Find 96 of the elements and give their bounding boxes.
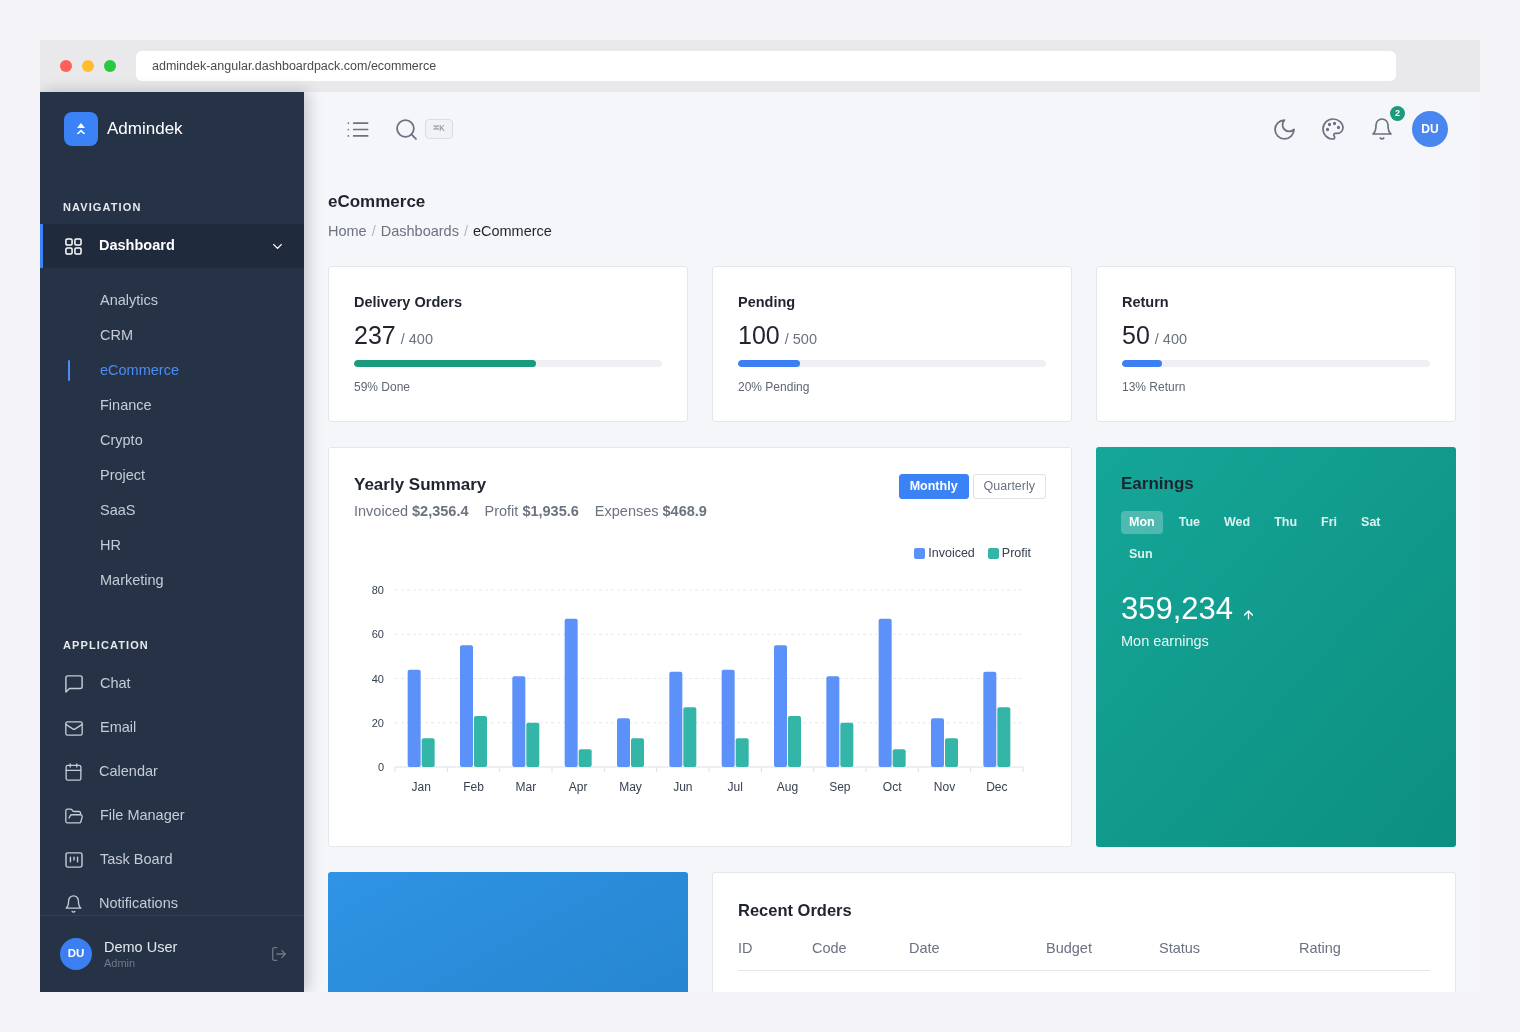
x-axis-label: Nov [933,780,956,794]
logout-icon[interactable] [272,947,286,961]
sidebar-subitem[interactable]: HR [40,528,304,563]
x-axis-label: Jun [673,780,693,794]
legend-label: Invoiced [928,544,975,562]
user-avatar[interactable]: DU [60,938,92,970]
stat-value: 237 [354,320,396,350]
column-header: Rating [1299,939,1342,958]
period-tab[interactable]: Quarterly [972,474,1046,499]
arrow-up-icon [1244,610,1254,620]
shortcut-hint: ⌘K [425,119,453,139]
menu-icon[interactable] [347,121,369,137]
x-axis-label: Jul [727,780,743,794]
sidebar-item[interactable]: Notifications [40,882,304,915]
sidebar-subitem[interactable]: SaaS [40,493,304,528]
chat-icon [65,675,83,693]
board-icon [65,852,83,868]
sidebar-subitem[interactable]: Marketing [40,563,304,598]
x-axis-label: Jan [411,780,431,794]
column-header: Code [812,939,848,958]
folder-icon [65,808,83,824]
calendar-icon [65,763,82,781]
earnings-caption: Mon earnings [1121,632,1210,651]
stat-value: 100 [738,320,780,350]
x-axis-label: Oct [882,780,902,794]
sidebar-item[interactable]: Chat [40,662,304,706]
logo-icon[interactable] [64,112,98,146]
card-title: Yearly Summary [354,474,488,496]
active-indicator [68,360,70,381]
breadcrumb-link[interactable]: Home [328,221,367,243]
sidebar-subitem[interactable]: Project [40,458,304,493]
stat-value: 50 [1122,320,1150,350]
column-header: Date [909,939,941,958]
bell-icon[interactable] [1371,118,1393,140]
user-name: Demo User [104,938,179,956]
column-header: Budget [1046,939,1093,958]
y-tick-label: 20 [371,716,384,729]
y-tick-label: 60 [371,628,384,641]
grid-icon [65,237,82,255]
stat-title: Pending [738,293,797,312]
card-title: Recent Orders [738,900,853,921]
x-axis-label: Feb [463,780,484,794]
user-role: Admin [104,956,137,970]
sidebar-subitem[interactable]: Analytics [40,283,304,318]
period-tab[interactable]: Monthly [898,474,969,499]
column-header: ID [738,939,754,958]
card-title: Earnings [1121,473,1195,495]
stat-total: / 400 [400,330,433,349]
address-bar[interactable]: admindek-angular.dashboardpack.com/ecommerce [136,51,1396,81]
summary-total: Expenses $468.9 [594,502,707,521]
sidebar-item[interactable]: Dashboard [40,224,304,268]
window-close-icon[interactable] [60,60,72,72]
user-avatar[interactable]: DU [1412,111,1448,147]
y-tick-label: 0 [377,761,384,773]
x-axis-label: Sep [829,780,851,794]
sidebar-subitem[interactable]: Crypto [40,423,304,458]
palette-icon[interactable] [1322,118,1344,140]
stat-title: Delivery Orders [354,293,463,312]
sidebar-item[interactable]: Calendar [40,750,304,794]
summary-total: Profit $1,935.6 [484,502,579,521]
y-tick-label: 80 [371,584,384,596]
brand-name: Admindek [107,118,183,141]
breadcrumb-current: eCommerce [472,222,552,242]
page-title: eCommerce [328,191,427,213]
section-heading: NAVIGATION [62,200,143,215]
stat-title: Return [1122,293,1170,312]
x-axis-label: Mar [515,780,537,794]
legend-label: Profit [1001,544,1031,562]
sidebar-subitem[interactable]: Finance [40,388,304,423]
sidebar-item[interactable]: File Manager [40,794,304,838]
sidebar-item[interactable]: Task Board [40,838,304,882]
breadcrumb-link[interactable]: Dashboards [380,221,459,243]
stat-caption: 20% Pending [738,379,811,395]
notification-badge: 2 [1390,106,1405,121]
y-tick-label: 40 [371,672,384,685]
earnings-value: 359,234 [1121,591,1234,627]
x-axis-label: Dec [986,780,1008,794]
bell-icon [65,895,82,913]
moon-icon[interactable] [1274,118,1295,140]
search-icon[interactable] [396,118,417,140]
section-heading: APPLICATION [62,638,150,653]
stat-total: / 500 [784,330,817,349]
sidebar-subitem[interactable]: eCommerce [40,353,304,388]
stat-caption: 59% Done [354,379,412,395]
x-axis-label: Aug [776,780,799,794]
stat-caption: 13% Return [1122,379,1187,395]
column-header: Status [1159,939,1202,958]
summary-total: Invoiced $2,356.4 [354,502,469,521]
breadcrumb-separator: / [371,222,376,242]
sidebar-item[interactable]: Email [40,706,304,750]
x-axis-label: Apr [568,780,588,794]
sidebar-subitem[interactable]: CRM [40,318,304,353]
x-axis-label: May [619,780,642,794]
stat-total: / 400 [1154,330,1188,349]
breadcrumb-separator: / [463,222,468,242]
mail-icon [65,720,83,736]
